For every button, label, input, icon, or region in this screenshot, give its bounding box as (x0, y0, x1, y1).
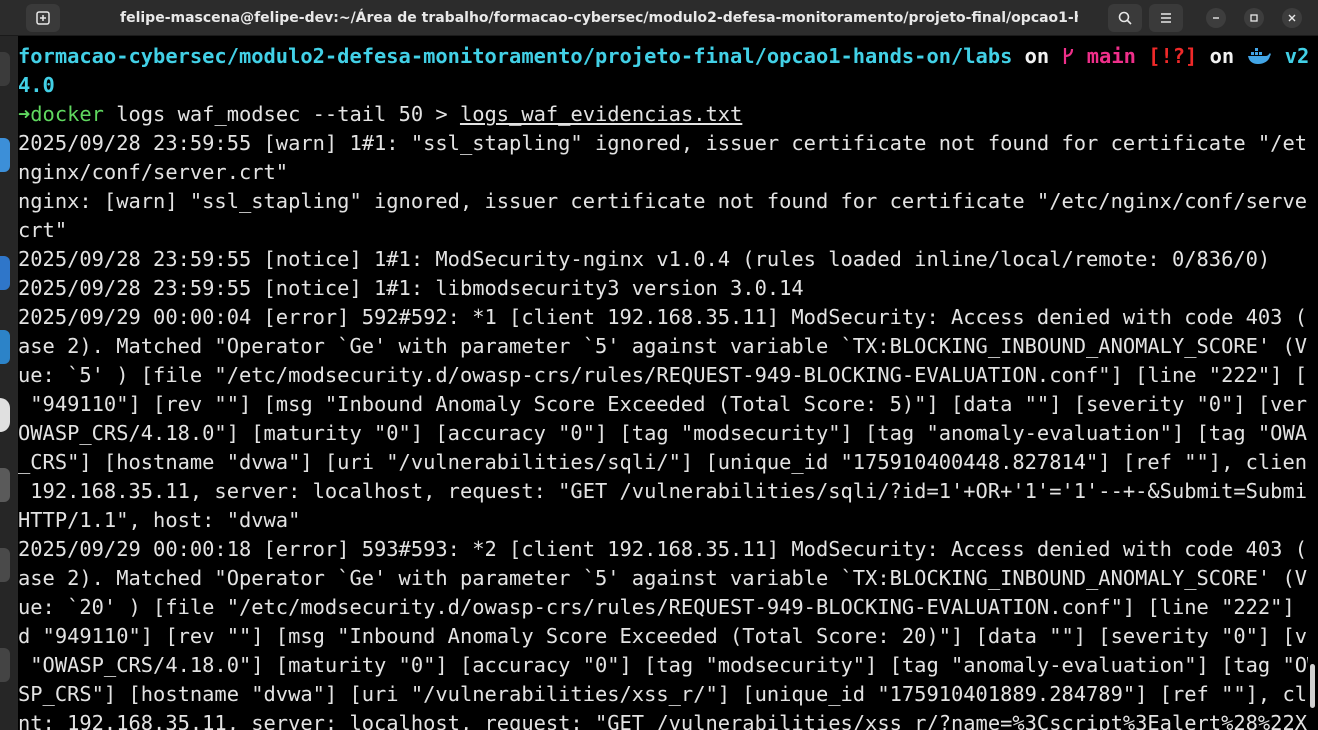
hamburger-menu-icon (1161, 13, 1171, 23)
menu-button[interactable] (1149, 4, 1183, 32)
log-line: ase 2). Matched "Operator `Ge' with para… (18, 334, 1308, 358)
app-icon[interactable] (0, 468, 10, 502)
log-line: ue: `5' ) [file "/etc/modsecurity.d/owas… (18, 363, 1308, 387)
docker-whale-icon (1246, 44, 1272, 68)
log-line: SP_CRS"] [hostname "dvwa"] [uri "/vulner… (18, 682, 1308, 706)
close-icon (1288, 14, 1296, 22)
log-line: nginx/conf/server.crt" (18, 160, 289, 184)
log-line: HTTP/1.1", host: "dvwa" (18, 508, 301, 532)
log-line: 2025/09/28 23:59:55 [warn] 1#1: "ssl_sta… (18, 131, 1308, 155)
docker-version-cont: 4.0 (18, 73, 55, 97)
prompt-path: formacao-cybersec/modulo2-defesa-monitor… (18, 44, 1013, 68)
docker-version: v28. (1284, 44, 1308, 68)
log-line: ue: `20' ) [file "/etc/modsecurity.d/owa… (18, 595, 1308, 619)
search-icon (1118, 11, 1132, 25)
vscode-app-icon[interactable] (0, 330, 10, 364)
log-line: "OWASP_CRS/4.18.0"] [maturity "0"] [accu… (18, 653, 1308, 677)
git-branch-icon (1062, 44, 1075, 68)
search-button[interactable] (1108, 4, 1142, 32)
app-icon-3[interactable] (0, 648, 10, 682)
command-line: ➜docker logs waf_modsec --tail 50 > logs… (18, 100, 1308, 129)
close-button[interactable] (1282, 8, 1302, 28)
log-line: 2025/09/28 23:59:55 [notice] 1#1: libmod… (18, 276, 804, 300)
git-status: [!?] (1148, 44, 1198, 68)
prompt-on-label-2: on (1209, 44, 1235, 68)
log-line: 2025/09/28 23:59:55 [notice] 1#1: ModSec… (18, 247, 1271, 271)
files-app-icon[interactable] (0, 138, 10, 172)
command-args: logs waf_modsec --tail 50 > (103, 102, 460, 126)
prompt-line-2: 4.0 (18, 71, 1308, 100)
text-editor-app-icon[interactable] (0, 256, 10, 290)
app-icon-2[interactable] (0, 548, 10, 582)
dock (0, 0, 18, 730)
log-line: ase 2). Matched "Operator `Ge' with para… (18, 566, 1308, 590)
log-line: "949110"] [rev ""] [msg "Inbound Anomaly… (18, 392, 1308, 416)
log-line: 2025/09/29 00:00:04 [error] 592#592: *1 … (18, 305, 1308, 329)
maximize-button[interactable] (1244, 8, 1264, 28)
log-line: _CRS"] [hostname "dvwa"] [uri "/vulnerab… (18, 450, 1308, 474)
minimize-button[interactable] (1206, 8, 1226, 28)
terminal-output[interactable]: formacao-cybersec/modulo2-defesa-monitor… (18, 42, 1308, 730)
log-line: OWASP_CRS/4.18.0"] [maturity "0"] [accur… (18, 421, 1308, 445)
window-titlebar: felipe-mascena@felipe-dev:~/Área de trab… (0, 0, 1318, 36)
git-branch-name: main (1086, 44, 1136, 68)
maximize-icon (1250, 14, 1258, 22)
log-line: 2025/09/29 00:00:18 [error] 593#593: *2 … (18, 537, 1308, 561)
log-line: 192.168.35.11, server: localhost, reques… (18, 479, 1308, 503)
prompt-arrow: ➜ (18, 102, 31, 126)
new-tab-icon (36, 11, 50, 25)
log-line: nginx: [warn] "ssl_stapling" ignored, is… (18, 189, 1308, 213)
terminal-scrollbar[interactable] (1310, 664, 1315, 708)
minimize-icon (1213, 17, 1219, 19)
command-name: docker (30, 102, 104, 126)
window-title: felipe-mascena@felipe-dev:~/Área de trab… (120, 10, 1078, 26)
prompt-on-label: on (1024, 44, 1050, 68)
disc-app-icon[interactable] (0, 398, 10, 432)
new-tab-button[interactable] (26, 4, 60, 32)
log-line: nt: 192.168.35.11, server: localhost, re… (18, 711, 1308, 730)
terminal-app-icon[interactable] (0, 52, 10, 86)
log-line: d "949110"] [rev ""] [msg "Inbound Anoma… (18, 624, 1308, 648)
log-line: crt" (18, 218, 68, 242)
output-file: logs_waf_evidencias.txt (459, 102, 743, 126)
prompt-line-1: formacao-cybersec/modulo2-defesa-monitor… (18, 42, 1308, 71)
log-output: 2025/09/28 23:59:55 [warn] 1#1: "ssl_sta… (18, 129, 1308, 730)
